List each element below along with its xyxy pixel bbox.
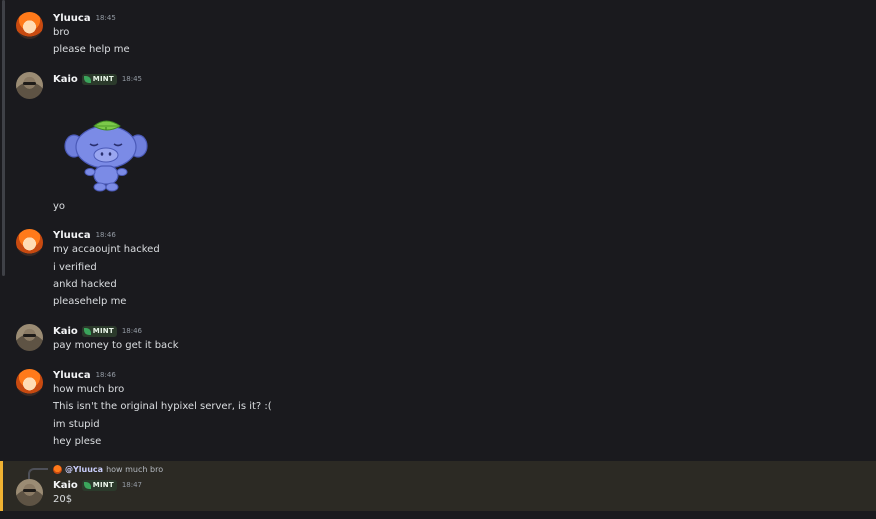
username[interactable]: Yluuca [53, 230, 91, 241]
message-text: my accaoujnt hacked [53, 244, 160, 255]
message-text: This isn't the original hypixel server, … [53, 401, 272, 412]
message-header: Yluuca 18:46 [53, 228, 116, 242]
reply-preview[interactable]: @Yluuca how much bro [53, 463, 163, 476]
message-text: ankd hacked [53, 279, 117, 290]
chat-bottom-edge [0, 511, 876, 519]
leaf-icon [83, 481, 91, 489]
mint-badge[interactable]: MINT [81, 73, 117, 85]
chat-message-list: Yluuca 18:45 bro please help me Kaio MIN… [0, 0, 876, 519]
scrollbar[interactable] [2, 0, 5, 276]
username[interactable]: Yluuca [53, 13, 91, 24]
reply-connector [28, 468, 48, 479]
username[interactable]: Kaio [53, 74, 78, 85]
message-text: i verified [53, 262, 97, 273]
message-text: yo [53, 201, 66, 212]
message-timestamp: 18:45 [121, 75, 142, 83]
badge-label: MINT [92, 481, 114, 489]
user-avatar-kaio[interactable] [16, 324, 43, 351]
message-timestamp: 18:45 [95, 14, 116, 22]
message-timestamp: 18:46 [95, 231, 116, 239]
leaf-icon [83, 327, 91, 335]
user-avatar-yluuca[interactable] [16, 369, 43, 396]
mint-badge[interactable]: MINT [81, 479, 117, 491]
message-header: Kaio MINT 18:47 [53, 478, 142, 492]
message-text: bro [53, 27, 70, 38]
badge-label: MINT [92, 75, 114, 83]
message-text: how much bro [53, 384, 125, 395]
user-avatar-kaio[interactable] [16, 72, 43, 99]
message-timestamp: 18:47 [121, 481, 142, 489]
message-text: pay money to get it back [53, 340, 179, 351]
message-text: please help me [53, 44, 130, 55]
message-text: hey plese [53, 436, 102, 447]
badge-label: MINT [92, 327, 114, 335]
message-header: Kaio MINT 18:46 [53, 324, 142, 338]
user-avatar-kaio[interactable] [16, 479, 43, 506]
message-text: 20$ [53, 494, 73, 505]
message-text: pleasehelp me [53, 296, 127, 307]
mint-badge[interactable]: MINT [81, 325, 117, 337]
username[interactable]: Kaio [53, 480, 78, 491]
user-avatar-yluuca[interactable] [16, 229, 43, 256]
message-timestamp: 18:46 [121, 327, 142, 335]
leaf-icon [83, 75, 91, 83]
wumpus-sticker[interactable] [60, 118, 152, 196]
message-timestamp: 18:46 [95, 371, 116, 379]
username[interactable]: Kaio [53, 326, 78, 337]
reply-mention[interactable]: @Yluuca [65, 465, 103, 474]
reply-avatar [53, 465, 62, 474]
message-header: Yluuca 18:45 [53, 11, 116, 25]
user-avatar-yluuca[interactable] [16, 12, 43, 39]
message-text: im stupid [53, 419, 100, 430]
message-header: Kaio MINT 18:45 [53, 72, 142, 86]
reply-text: how much bro [106, 465, 164, 474]
message-header: Yluuca 18:46 [53, 368, 116, 382]
username[interactable]: Yluuca [53, 370, 91, 381]
